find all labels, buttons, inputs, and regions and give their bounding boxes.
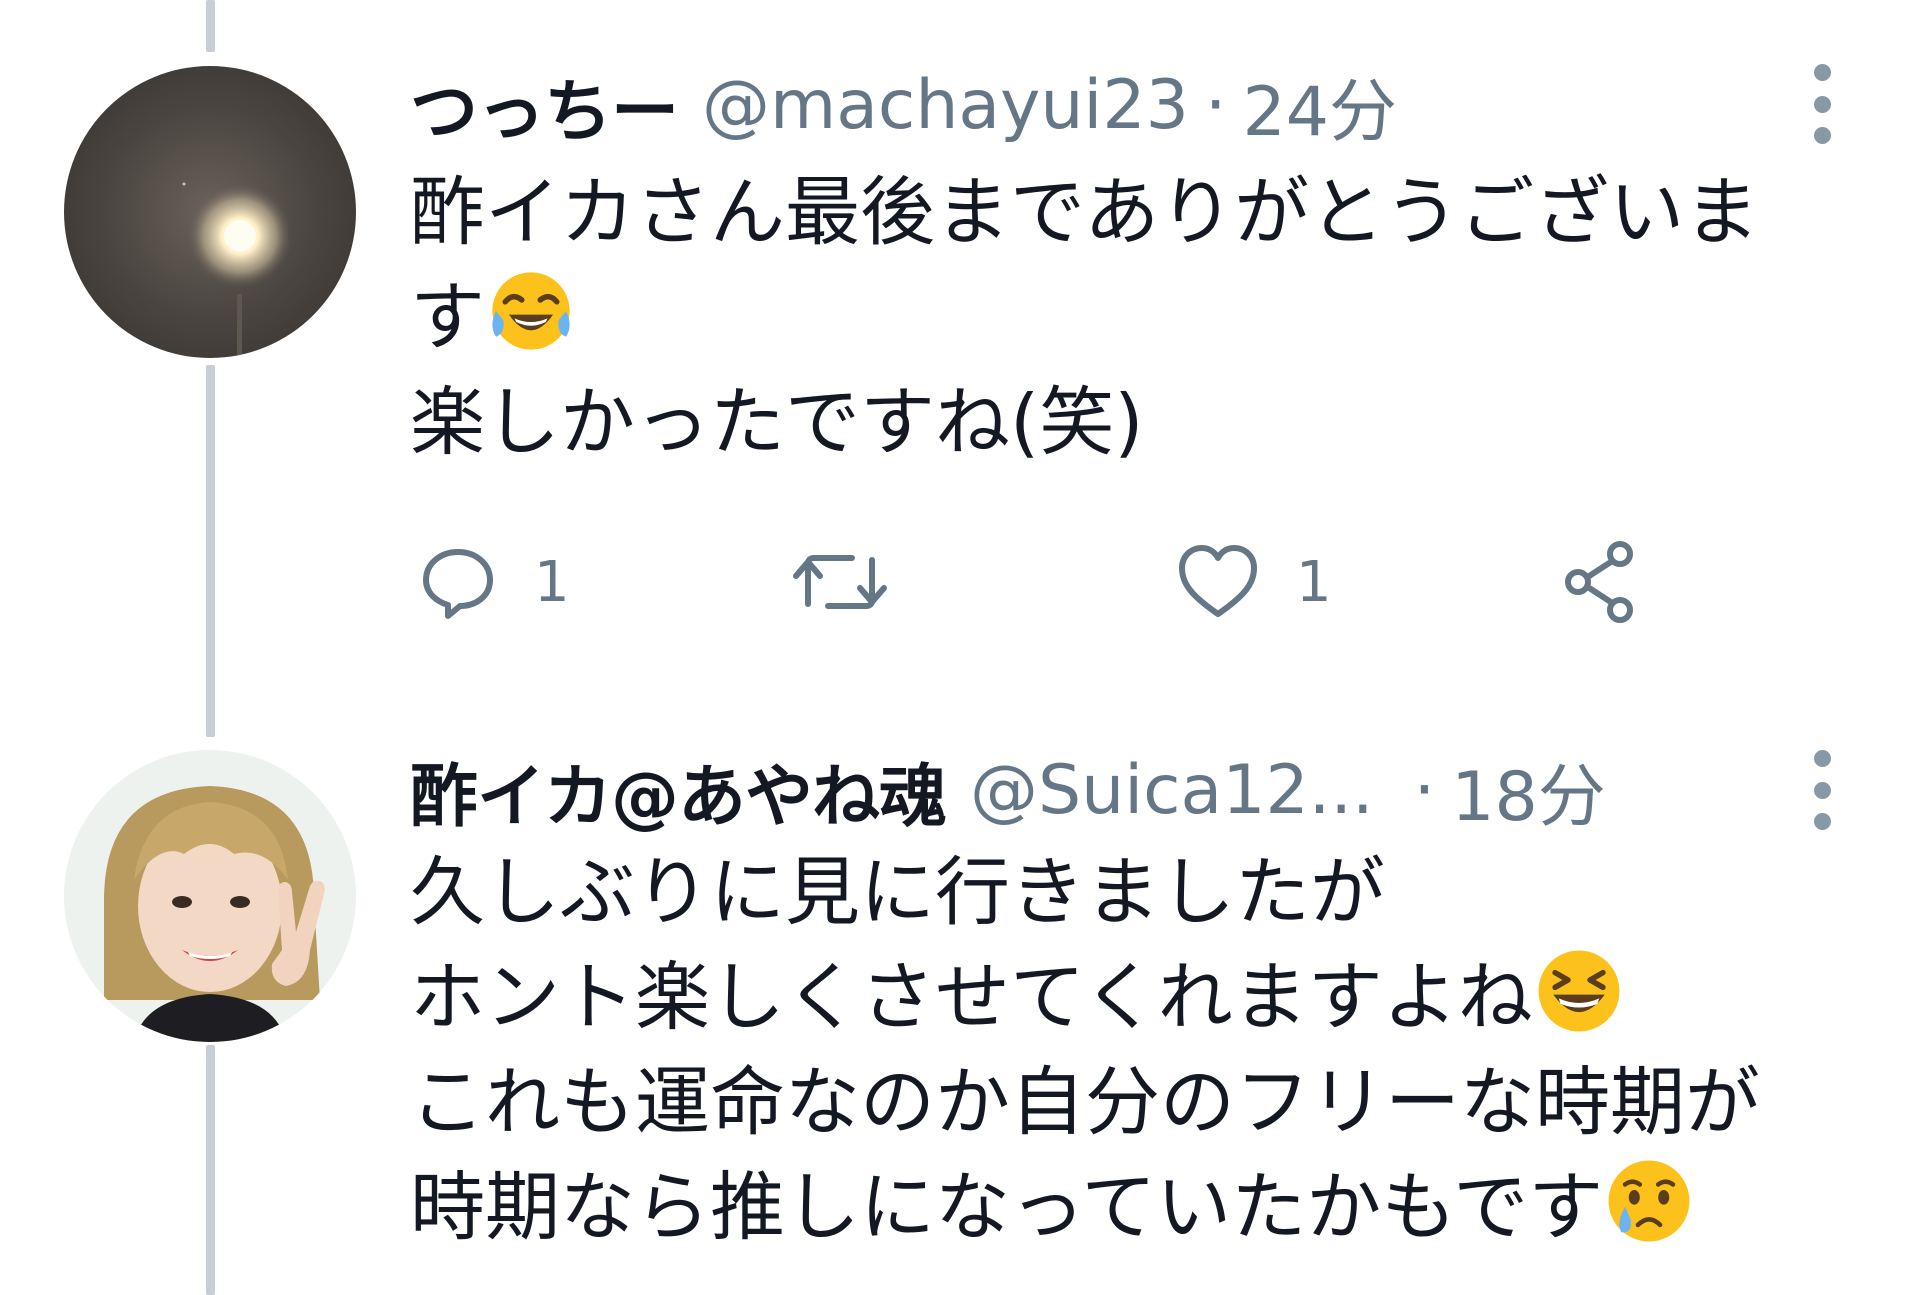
crying-face-icon — [1608, 1160, 1690, 1242]
display-name[interactable]: 酢イカ@あやね魂 — [410, 741, 947, 840]
tweet-header: 酢イカ@あやね魂 @Suica12... · 18分 — [410, 740, 1810, 840]
tweet-text-line: 楽しかったですね(笑) — [410, 378, 1144, 466]
tweet-item[interactable]: 酢イカ@あやね魂 @Suica12... · 18分 久しぶりに見に行きましたが… — [0, 700, 1920, 1295]
like-count: 1 — [1296, 549, 1332, 615]
share-button[interactable] — [1558, 537, 1642, 627]
heart-icon — [1179, 545, 1257, 617]
tweet-item[interactable]: つっちー @machayui23 · 24分 酢イカさん最後までありがとうござい… — [0, 0, 1920, 700]
tweet-text-line-with-emoji: す — [410, 265, 1850, 370]
tweet-text: 酢イカさん最後までありがとうございま す 楽しかったですね(笑) — [410, 160, 1850, 475]
avatar[interactable] — [64, 66, 356, 358]
reply-icon — [423, 549, 493, 619]
tweet-text-line: す — [410, 273, 486, 361]
like-button[interactable]: 1 — [1176, 537, 1332, 627]
share-icon — [1565, 541, 1633, 623]
reply-button[interactable]: 1 — [418, 537, 570, 627]
blonde-girl-peace-sign-photo — [64, 750, 356, 1042]
tweet-text-line: 久しぶりに見に行きましたが — [410, 848, 1386, 936]
timestamp[interactable]: 24分 — [1242, 56, 1397, 155]
avatar[interactable] — [64, 750, 356, 1042]
tweet-text-line: これも運命なのか自分のフリーな時期が — [410, 1058, 1761, 1146]
tweet-text: 久しぶりに見に行きましたが ホント楽しくさせてくれますよね これも運命なのか自分… — [410, 840, 1850, 1260]
tweet-header: つっちー @machayui23 · 24分 — [410, 55, 1810, 155]
user-handle[interactable]: @machayui23 — [702, 66, 1189, 145]
night-moon-photo — [64, 66, 356, 358]
separator-dot: · — [1204, 65, 1227, 145]
tweet-actions: 1 1 — [418, 537, 1718, 627]
user-handle[interactable]: @Suica12... — [970, 751, 1374, 830]
retweet-button[interactable] — [790, 537, 926, 627]
timestamp[interactable]: 18分 — [1451, 741, 1606, 840]
tweet-text-line-with-emoji: ホント楽しくさせてくれますよね — [410, 945, 1850, 1050]
tweet-text-line: 時期なら推しになっていたかもです — [410, 1163, 1604, 1251]
separator-dot: · — [1413, 750, 1436, 830]
grinning-squinting-face-icon — [1538, 950, 1620, 1032]
reply-count: 1 — [534, 549, 570, 615]
face-with-tears-of-joy-icon — [492, 272, 570, 350]
retweet-icon — [793, 555, 887, 609]
more-options-icon[interactable] — [1810, 64, 1834, 144]
display-name[interactable]: つっちー — [410, 56, 679, 155]
tweet-text-line: 酢イカさん最後までありがとうございま — [410, 168, 1760, 256]
tweet-text-line: ホント楽しくさせてくれますよね — [410, 953, 1533, 1041]
more-options-icon[interactable] — [1810, 750, 1834, 830]
tweet-text-line-with-emoji: 時期なら推しになっていたかもです — [410, 1155, 1850, 1260]
